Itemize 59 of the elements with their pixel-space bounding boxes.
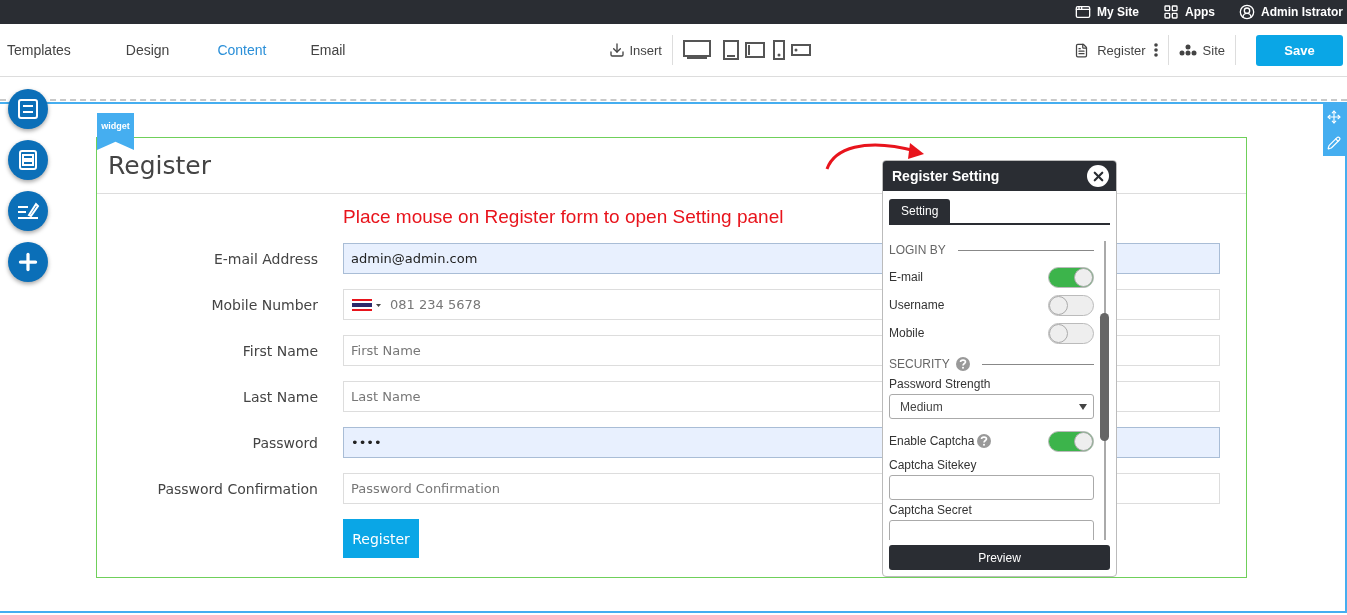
field-label: Mobile Number: [210, 296, 318, 313]
editor-tab[interactable]: Design: [125, 42, 170, 58]
editor-tab[interactable]: Content: [217, 42, 267, 58]
text-field[interactable]: [889, 475, 1094, 500]
field-label: Captcha Secret: [889, 503, 973, 517]
form-title: Register: [108, 151, 211, 180]
insert-button[interactable]: Insert: [609, 42, 662, 58]
text-edit-icon: [16, 200, 40, 222]
field-label: First Name: [241, 342, 318, 359]
toggle-switch[interactable]: [1048, 266, 1094, 288]
toggle-switch[interactable]: [1048, 322, 1094, 344]
user-avatar-icon: [1239, 4, 1255, 20]
grid-icon: [1163, 4, 1179, 20]
top-bar-link[interactable]: Apps: [1163, 4, 1215, 20]
browser-window-icon: [1074, 4, 1091, 20]
top-bar-link[interactable]: My Site: [1074, 4, 1139, 20]
layout-icon: [17, 149, 39, 171]
toggle-label: Username: [889, 298, 945, 312]
panel-title: Register Setting: [892, 168, 1000, 184]
toggle-switch[interactable]: [1048, 430, 1094, 452]
edit-text-button[interactable]: [8, 191, 48, 231]
panel-tab[interactable]: Setting: [889, 199, 951, 223]
close-button[interactable]: [1087, 165, 1109, 187]
field-label: Last Name: [242, 388, 318, 405]
tablet-landscape-icon[interactable]: [745, 42, 765, 58]
toggle-label: Enable Captcha: [889, 434, 975, 448]
section-heading: LOGIN BY: [889, 243, 946, 257]
editor-tab[interactable]: Templates: [7, 42, 71, 58]
preview-button[interactable]: Preview: [889, 545, 1110, 570]
editor-tab[interactable]: Email: [310, 42, 346, 58]
phone-icon[interactable]: [773, 40, 785, 60]
page-icon: [1074, 42, 1090, 58]
add-button[interactable]: [8, 242, 48, 282]
download-icon: [609, 42, 626, 58]
site-dots-icon: [1178, 44, 1197, 56]
desktop-icon[interactable]: [683, 40, 711, 60]
top-bar-link[interactable]: Admin Istrator: [1239, 4, 1343, 20]
field-label: Password Confirmation: [156, 480, 318, 497]
page-selector[interactable]: Register: [1097, 42, 1146, 58]
scrollbar-thumb[interactable]: [1100, 313, 1109, 441]
widget-badge: widget: [97, 113, 134, 150]
layout-tool-button[interactable]: [8, 140, 48, 180]
dropdown[interactable]: Medium: [889, 394, 1094, 419]
site-button[interactable]: Site: [1202, 42, 1225, 58]
toggle-switch[interactable]: [1048, 294, 1094, 316]
text-field[interactable]: [889, 520, 1094, 540]
flag-icon[interactable]: [352, 298, 382, 311]
list-tool-button[interactable]: [8, 89, 48, 129]
help-icon[interactable]: [955, 357, 970, 371]
help-icon[interactable]: [977, 434, 992, 448]
phone-placeholder: 081 234 5678: [390, 297, 481, 312]
more-options-icon[interactable]: [1153, 43, 1158, 57]
instruction-text: Place mouse on Register form to open Setting panel: [343, 206, 784, 228]
field-label: Password: [251, 434, 318, 451]
field-label: Captcha Sitekey: [889, 458, 978, 472]
tablet-icon[interactable]: [723, 40, 739, 60]
phone-landscape-icon[interactable]: [791, 44, 811, 56]
list-icon: [17, 98, 39, 120]
field-label: E-mail Address: [212, 250, 318, 267]
